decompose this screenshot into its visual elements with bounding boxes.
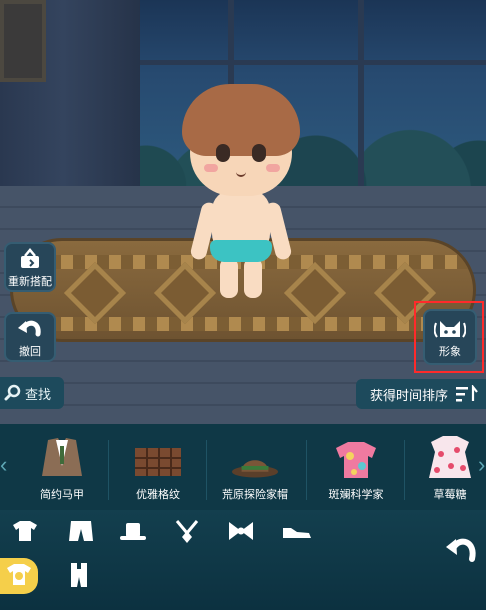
suit-icon bbox=[7, 564, 31, 585]
explorer-hat-icon bbox=[231, 460, 279, 478]
item-card[interactable]: 斑斓科学家 bbox=[310, 436, 402, 508]
item-card[interactable]: 草莓糖 bbox=[404, 436, 486, 508]
search-button[interactable]: 查找 bbox=[0, 377, 64, 409]
right-leg bbox=[244, 258, 262, 298]
category-bottom-tab[interactable] bbox=[64, 516, 98, 546]
underwear bbox=[210, 240, 272, 262]
back-arrow-icon bbox=[446, 538, 476, 562]
hat-icon bbox=[120, 523, 146, 540]
strawberry-dress-icon bbox=[429, 436, 471, 478]
category-hair-accessory-tab[interactable] bbox=[224, 516, 258, 546]
panel-back-button[interactable] bbox=[440, 530, 482, 572]
hanger-reset-icon bbox=[21, 247, 39, 268]
undo-arrow-icon bbox=[18, 320, 41, 336]
plaid-skirt-icon bbox=[135, 448, 181, 476]
pants-icon bbox=[69, 521, 93, 541]
avatar-character[interactable] bbox=[176, 82, 306, 302]
vest-icon bbox=[42, 438, 82, 476]
colorful-shirt-icon bbox=[336, 442, 376, 478]
item-card[interactable]: 荒原探险家帽 bbox=[209, 436, 301, 508]
item-label: 荒原探险家帽 bbox=[222, 489, 288, 501]
overalls-icon bbox=[71, 563, 87, 587]
sort-button[interactable]: 获得时间排序 bbox=[356, 379, 486, 409]
hair bbox=[182, 84, 300, 156]
search-label: 查找 bbox=[25, 386, 52, 402]
item-label: 优雅格纹 bbox=[136, 489, 180, 501]
sort-icon bbox=[456, 385, 478, 402]
left-eye bbox=[216, 144, 230, 162]
reset-outfit-button[interactable]: 重新搭配 bbox=[4, 242, 56, 292]
category-outfit-tab[interactable] bbox=[62, 560, 96, 590]
left-blush bbox=[204, 164, 218, 172]
left-leg bbox=[220, 258, 238, 298]
bow-icon bbox=[229, 522, 253, 540]
category-top-tab[interactable] bbox=[8, 516, 42, 546]
item-label: 草莓糖 bbox=[433, 489, 467, 501]
category-hat-tab[interactable] bbox=[116, 516, 150, 546]
shirt-icon bbox=[13, 521, 37, 541]
right-eye bbox=[252, 144, 266, 162]
search-icon bbox=[4, 384, 21, 401]
highlight-box bbox=[414, 301, 484, 373]
necklace-icon bbox=[175, 520, 199, 543]
category-necklace-tab[interactable] bbox=[170, 516, 204, 546]
sort-label: 获得时间排序 bbox=[370, 387, 449, 403]
item-label: 斑斓科学家 bbox=[328, 489, 384, 501]
undo-button[interactable]: 撤回 bbox=[4, 312, 56, 362]
item-card[interactable]: 简约马甲 bbox=[16, 436, 108, 508]
item-label: 简约马甲 bbox=[40, 489, 84, 501]
category-shoes-tab[interactable] bbox=[280, 516, 314, 546]
category-suit-tab[interactable] bbox=[2, 560, 36, 590]
item-card[interactable]: 优雅格纹 bbox=[112, 436, 204, 508]
reset-outfit-label: 重新搭配 bbox=[8, 275, 52, 288]
undo-label: 撤回 bbox=[19, 345, 41, 358]
scroll-left-arrow-icon[interactable]: ‹ bbox=[0, 450, 12, 480]
shoe-icon bbox=[283, 528, 311, 538]
wall-frame bbox=[0, 0, 46, 82]
right-blush bbox=[266, 164, 280, 172]
